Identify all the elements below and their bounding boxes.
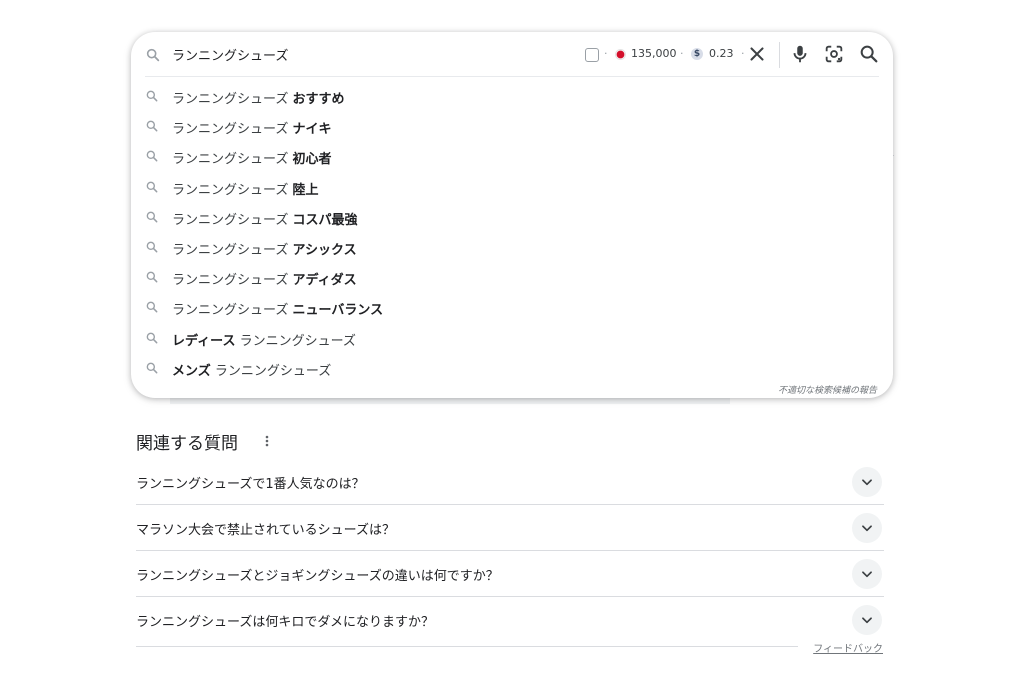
chevron-down-icon (862, 571, 872, 578)
related-questions-header: 関連する質問 (136, 429, 269, 454)
report-suggestions-link[interactable]: 不適切な検索候補の報告 (778, 383, 877, 396)
search-autocomplete-panel: ランニングシューズ · 135,000 · $ 0.23 · ランニングシューズ… (131, 32, 893, 398)
suggestion-item[interactable]: ランニングシューズ 陸上 (131, 172, 893, 202)
search-icon (146, 211, 158, 223)
search-icon (146, 48, 160, 62)
more-options-icon[interactable] (264, 433, 270, 449)
expand-button[interactable] (852, 559, 882, 589)
search-icon (146, 332, 158, 343)
search-icon (146, 362, 158, 374)
japan-flag-icon (615, 49, 626, 60)
suggestion-text: ランニングシューズ 初心者 (172, 152, 332, 168)
related-questions-title: 関連する質問 (136, 434, 238, 454)
suggestion-text: メンズ ランニングシューズ (172, 363, 332, 379)
background-chip-row (170, 398, 730, 404)
search-query-row: ランニングシューズ · 135,000 · $ 0.23 · (131, 32, 893, 78)
search-input[interactable]: ランニングシューズ (172, 45, 288, 64)
question-text: ランニングシューズで1番人気なのは？ (136, 477, 365, 492)
related-questions-list: ランニングシューズで1番人気なのは？ マラソン大会で禁止されているシューズは？ … (136, 459, 884, 642)
suggestion-text: ランニングシューズ ナイキ (172, 122, 332, 138)
suggestion-item[interactable]: ランニングシューズ ナイキ (131, 111, 893, 141)
search-icon (146, 120, 158, 132)
dollar-coin-icon: $ (691, 48, 703, 60)
separator-dot: · (741, 47, 745, 60)
related-question[interactable]: ランニングシューズとジョギングシューズの違いは何ですか？ (136, 551, 884, 597)
search-volume: 135,000 (631, 47, 677, 60)
search-icon[interactable] (858, 43, 880, 65)
suggestion-text: レディース ランニングシューズ (172, 333, 356, 349)
toolbar-divider (779, 42, 780, 68)
chevron-down-icon (862, 525, 872, 532)
search-icon (146, 181, 158, 192)
suggestion-item[interactable]: ランニングシューズ 初心者 (131, 141, 893, 171)
related-question[interactable]: ランニングシューズは何キロでダメになりますか？ (136, 597, 884, 642)
search-icon (146, 301, 158, 313)
suggestion-text: ランニングシューズ おすすめ (172, 92, 345, 107)
expand-button[interactable] (852, 605, 882, 635)
suggestion-item[interactable]: メンズ ランニングシューズ (131, 353, 893, 383)
suggestion-text: ランニングシューズ アシックス (172, 242, 357, 258)
expand-button[interactable] (852, 467, 882, 497)
suggestion-text: ランニングシューズ 陸上 (172, 182, 319, 198)
suggestion-item[interactable]: レディース ランニングシューズ (131, 323, 893, 353)
suggestion-item[interactable]: ランニングシューズ アシックス (131, 232, 893, 262)
search-icon (146, 90, 158, 102)
search-icon (146, 241, 158, 253)
expand-button[interactable] (852, 513, 882, 543)
chevron-down-icon (862, 617, 872, 624)
suggestion-text: ランニングシューズ アディダス (172, 273, 357, 289)
suggestion-text: ランニングシューズ ニューバランス (172, 303, 384, 319)
separator-dot: · (680, 47, 684, 60)
search-icon (146, 151, 158, 162)
suggestion-item[interactable]: ランニングシューズ おすすめ (131, 81, 893, 111)
suggestion-item[interactable]: ランニングシューズ アディダス (131, 262, 893, 292)
chevron-down-icon (862, 479, 872, 486)
extension-checkbox[interactable] (585, 48, 599, 62)
microphone-icon[interactable] (789, 43, 811, 65)
camera-lens-icon[interactable] (823, 43, 845, 65)
search-divider (145, 76, 879, 77)
cpc-value: 0.23 (709, 47, 734, 60)
separator-dot: · (604, 47, 608, 60)
suggestion-item[interactable]: ランニングシューズ コスパ最強 (131, 202, 893, 232)
related-question[interactable]: ランニングシューズで1番人気なのは？ (136, 459, 884, 505)
question-text: ランニングシューズとジョギングシューズの違いは何ですか？ (136, 569, 499, 584)
close-icon[interactable] (746, 43, 768, 65)
search-icon (146, 271, 158, 283)
question-text: マラソン大会で禁止されているシューズは？ (136, 523, 395, 538)
related-question[interactable]: マラソン大会で禁止されているシューズは？ (136, 505, 884, 551)
question-text: ランニングシューズは何キロでダメになりますか？ (136, 615, 434, 630)
feedback-link[interactable]: フィードバック (813, 640, 883, 655)
suggestion-item[interactable]: ランニングシューズ ニューバランス (131, 292, 893, 322)
suggestion-list: ランニングシューズ おすすめ ランニングシューズ ナイキ ランニングシューズ 初… (131, 81, 893, 383)
suggestion-text: ランニングシューズ コスパ最強 (172, 212, 358, 228)
feedback-divider (136, 646, 798, 647)
